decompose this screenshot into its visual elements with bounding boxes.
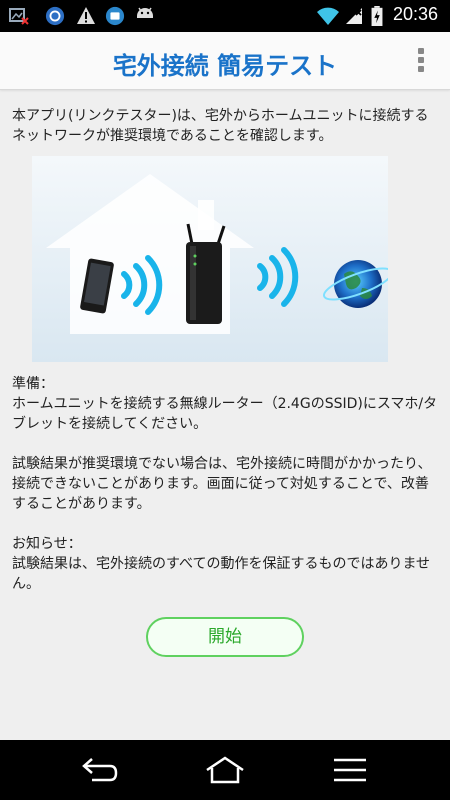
navigation-bar	[0, 740, 450, 800]
app-notification-icon	[105, 6, 125, 26]
notice-label: お知らせ：	[12, 536, 82, 552]
menu-icon[interactable]	[328, 754, 372, 786]
prep-text: ホームユニットを接続する無線ルーター（2.4GのSSID)にスマホ/タブレットを…	[12, 396, 438, 432]
sync-icon	[45, 6, 65, 26]
image-notification-icon	[9, 8, 29, 25]
intro-text: 本アプリ(リンクテスター)は、宅外からホームユニットに接続するネットワークが推奨…	[12, 108, 429, 144]
wifi-icon	[317, 7, 339, 25]
page-title: 宅外接続 簡易テスト	[112, 52, 338, 80]
status-time: 20:36	[392, 4, 438, 24]
status-bar: 20:36	[0, 0, 450, 32]
connection-illustration	[32, 156, 388, 362]
warning-icon	[77, 7, 95, 24]
prep-label: 準備：	[12, 376, 54, 392]
app-bar: 宅外接続 簡易テスト	[0, 32, 450, 90]
home-icon[interactable]	[203, 754, 247, 786]
info-text: 準備： ホームユニットを接続する無線ルーター（2.4GのSSID)にスマホ/タブ…	[12, 374, 440, 614]
back-icon[interactable]	[76, 754, 120, 786]
result-text: 試験結果が推奨環境でない場合は、宅外接続に時間がかかったり、接続できないことがあ…	[12, 456, 432, 512]
android-icon	[137, 7, 153, 18]
no-sim-icon	[346, 8, 362, 24]
overflow-menu-icon[interactable]	[416, 48, 426, 76]
notice-text: 試験結果は、宅外接続のすべての動作を保証するものではありません。	[12, 556, 431, 592]
start-button[interactable]: 開始	[146, 617, 304, 657]
battery-icon	[371, 6, 383, 26]
